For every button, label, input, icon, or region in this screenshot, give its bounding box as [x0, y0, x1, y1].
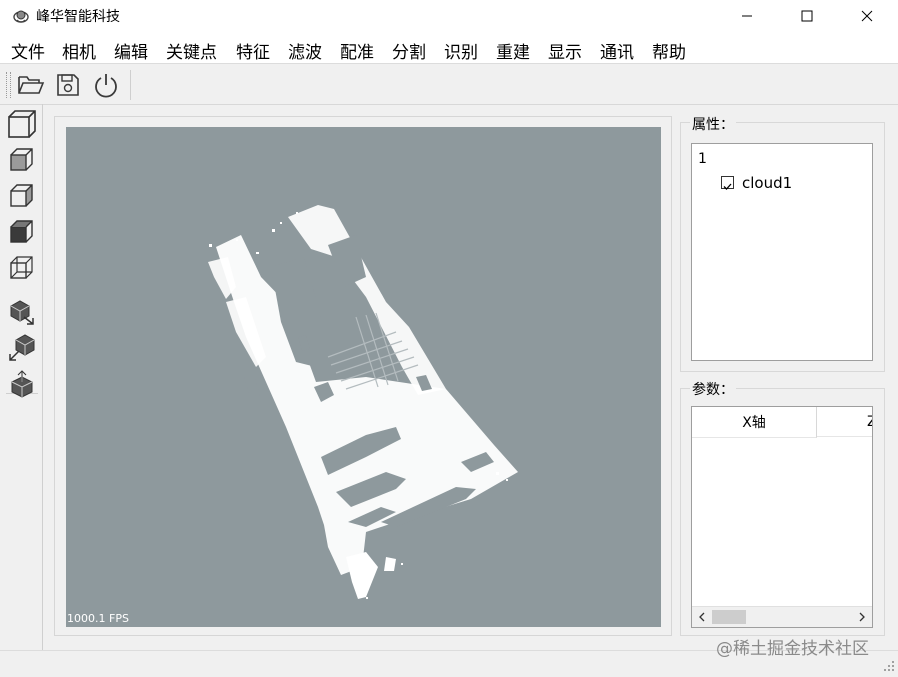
- view-toolbar: [0, 104, 43, 650]
- open-button[interactable]: [16, 70, 46, 100]
- menu-keypoints[interactable]: 关键点: [166, 38, 217, 63]
- params-title: 参数：: [690, 379, 736, 399]
- close-button[interactable]: [844, 0, 890, 31]
- close-icon: [861, 10, 873, 21]
- front-view-button[interactable]: [6, 144, 38, 176]
- toolbar-separator: [130, 70, 131, 100]
- menu-features[interactable]: 特征: [236, 38, 270, 63]
- cube-wireframe-view-icon: [10, 256, 33, 279]
- checkmark-icon: [723, 183, 732, 190]
- scrollbar-thumb[interactable]: [712, 610, 746, 624]
- resize-grip-icon[interactable]: [882, 658, 896, 672]
- fps-counter: 1000.1 FPS: [67, 612, 129, 625]
- minimize-button[interactable]: [724, 0, 770, 31]
- menu-display[interactable]: 显示: [548, 38, 582, 63]
- point-cloud: [208, 205, 518, 599]
- maximize-icon: [801, 10, 813, 21]
- tree-item-cloud1[interactable]: cloud1: [742, 174, 792, 192]
- menu-filter[interactable]: 滤波: [288, 38, 322, 63]
- tree-root-item[interactable]: 1: [698, 151, 707, 167]
- wireframe-view-button[interactable]: [6, 252, 38, 284]
- menu-reconstruction[interactable]: 重建: [496, 38, 530, 63]
- iso-view-button[interactable]: [6, 108, 38, 140]
- main-toolbar: [0, 64, 898, 105]
- rotate-out-button[interactable]: [6, 296, 38, 328]
- menu-camera[interactable]: 相机: [62, 38, 96, 63]
- params-table[interactable]: X轴 Z: [691, 406, 873, 628]
- save-icon: [57, 74, 79, 96]
- power-button[interactable]: [91, 70, 121, 100]
- menu-bar: 文件 相机 编辑 关键点 特征 滤波 配准 分割 识别 重建 显示 通讯 帮助: [0, 31, 898, 64]
- properties-tree[interactable]: 1 cloud1: [691, 143, 873, 361]
- scroll-left-button[interactable]: [694, 609, 710, 625]
- save-button[interactable]: [53, 70, 83, 100]
- cube-top-view-icon: [10, 220, 33, 243]
- column-header-x[interactable]: X轴: [692, 407, 817, 438]
- top-view-button[interactable]: [6, 216, 38, 248]
- cube-rotate-in-icon: [9, 334, 35, 361]
- cube-rotate-out-icon: [10, 300, 34, 325]
- app-logo-icon: [12, 7, 30, 25]
- cube-iso-view-icon: [8, 110, 36, 138]
- menu-registration[interactable]: 配准: [340, 38, 374, 63]
- menu-file[interactable]: 文件: [11, 38, 45, 63]
- cube-move-up-icon: [11, 369, 33, 398]
- menu-help[interactable]: 帮助: [652, 38, 686, 63]
- cloud1-checkbox[interactable]: [721, 176, 734, 190]
- minimize-icon: [742, 15, 752, 16]
- chevron-left-icon: [699, 612, 705, 622]
- cube-right-view-icon: [10, 184, 33, 207]
- maximize-button[interactable]: [784, 0, 830, 31]
- toolbar-grip[interactable]: [6, 72, 11, 98]
- title-bar: 峰华智能科技: [0, 0, 898, 31]
- menu-communication[interactable]: 通讯: [600, 38, 634, 63]
- point-cloud-viewer[interactable]: 1000.1 FPS: [66, 127, 661, 627]
- right-view-button[interactable]: [6, 180, 38, 212]
- properties-title: 属性：: [690, 114, 736, 134]
- horizontal-scrollbar[interactable]: [692, 606, 872, 627]
- cube-front-view-icon: [10, 148, 33, 171]
- rotate-in-button[interactable]: [6, 332, 38, 364]
- column-header-z[interactable]: Z: [817, 407, 872, 437]
- window-title: 峰华智能科技: [36, 9, 120, 25]
- chevron-right-icon: [859, 612, 865, 622]
- menu-recognition[interactable]: 识别: [444, 38, 478, 63]
- move-up-button[interactable]: [6, 368, 38, 400]
- scroll-right-button[interactable]: [854, 609, 870, 625]
- menu-segmentation[interactable]: 分割: [392, 38, 426, 63]
- open-folder-icon: [18, 76, 45, 94]
- menu-edit[interactable]: 编辑: [114, 38, 148, 63]
- power-icon: [95, 74, 117, 98]
- watermark-text: @稀土掘金技术社区: [716, 639, 869, 659]
